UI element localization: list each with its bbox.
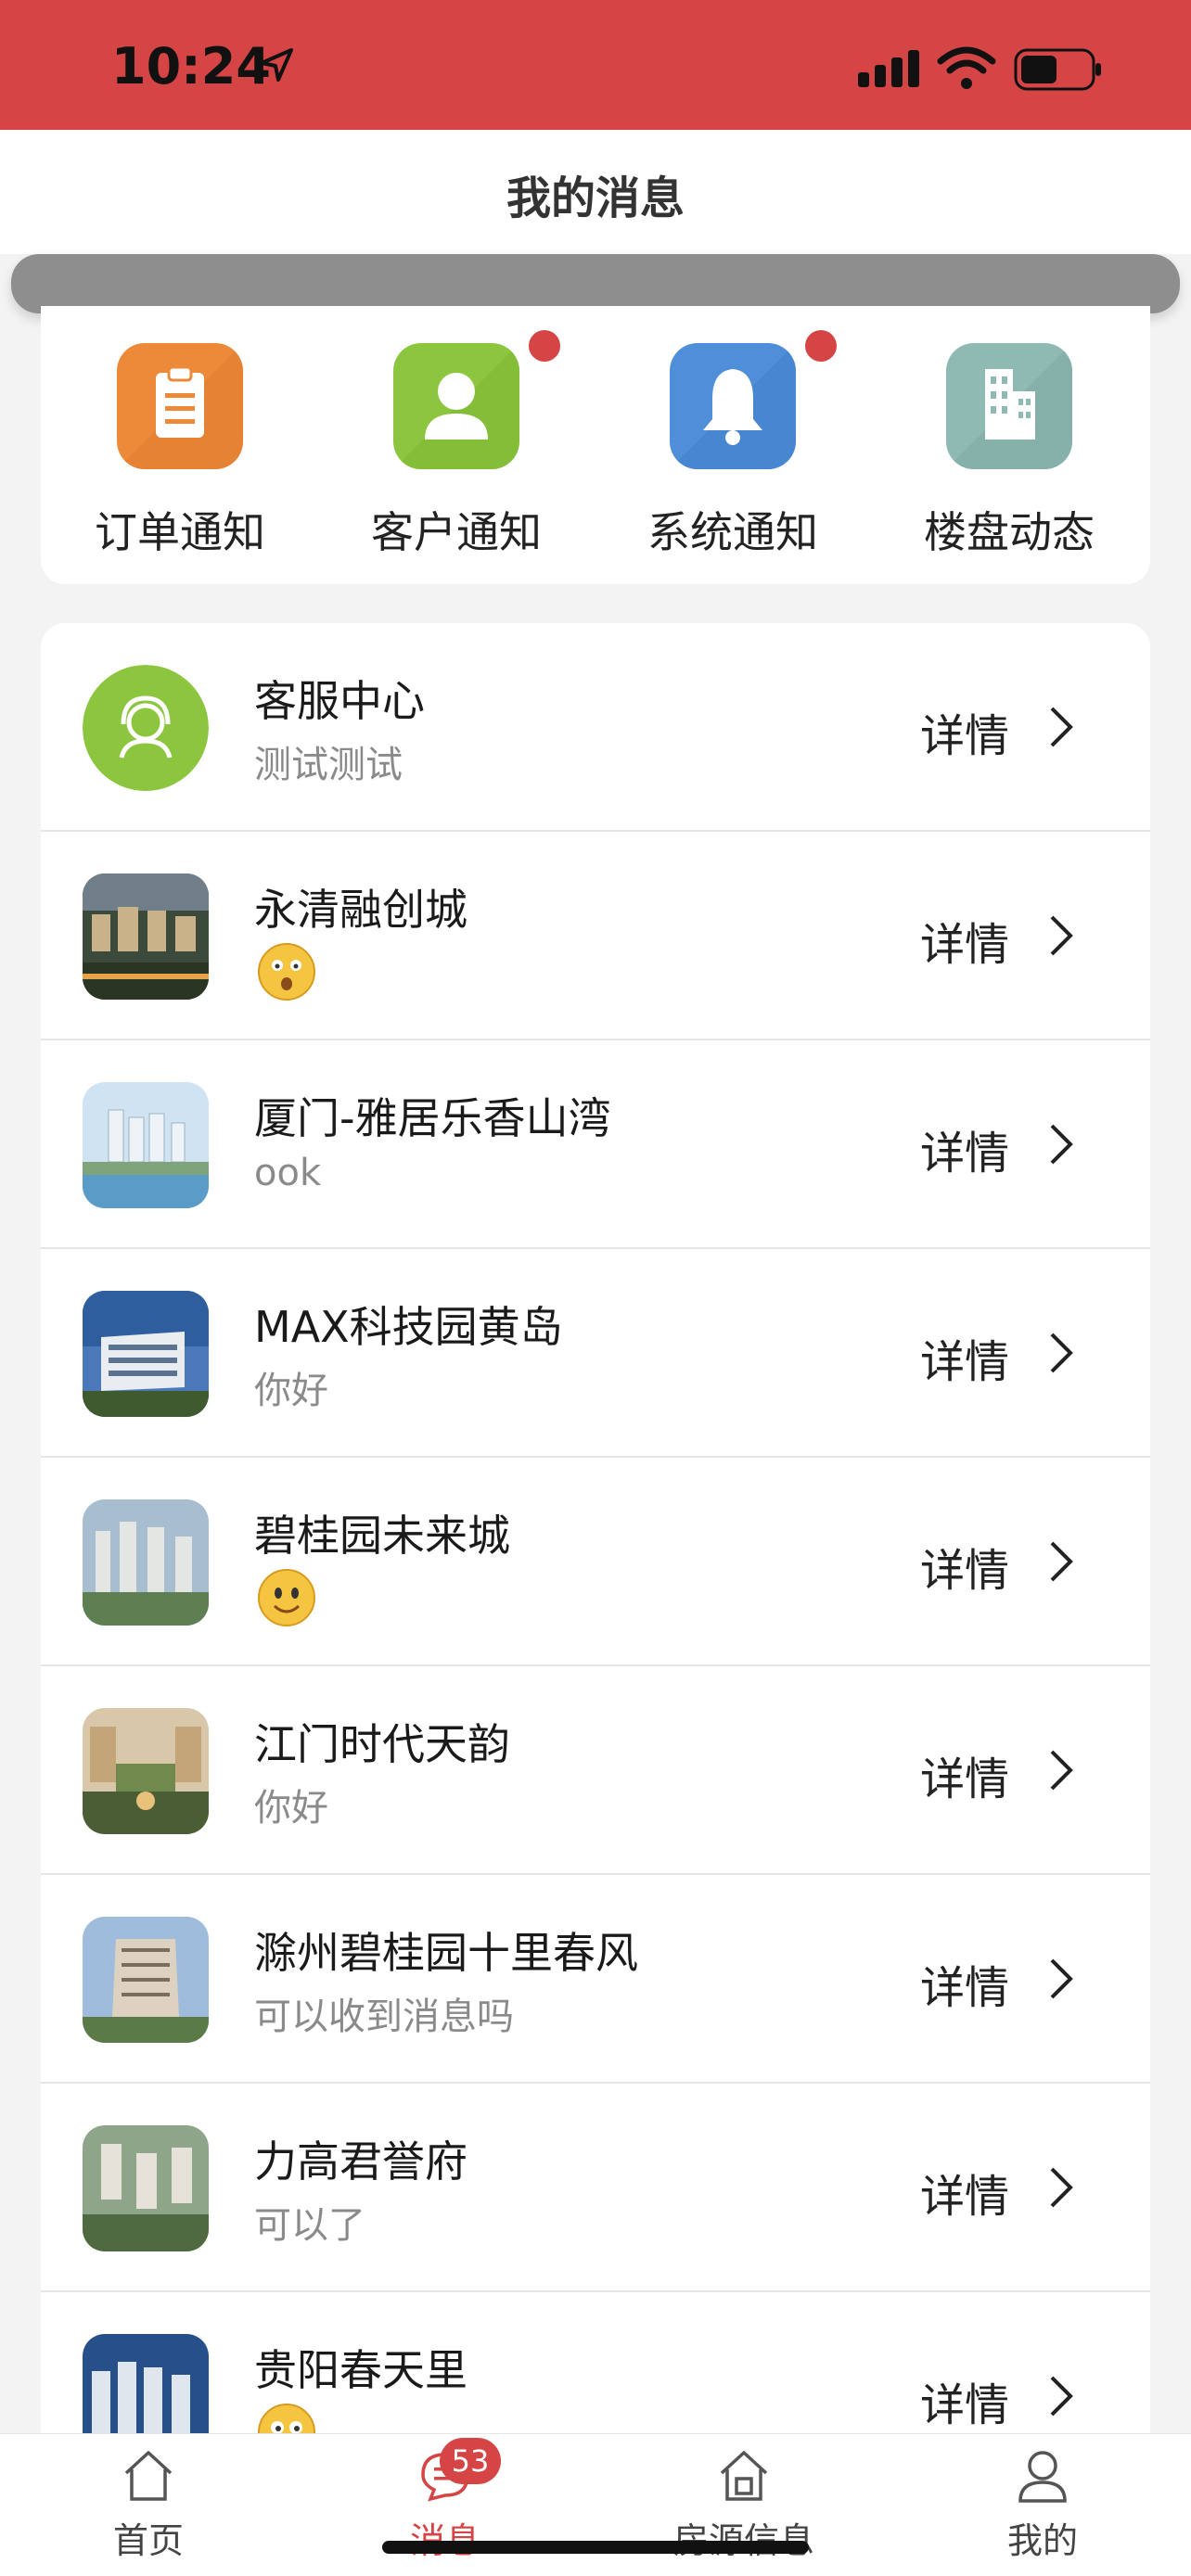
cellular-signal-icon	[858, 50, 919, 87]
conversation-name: 碧桂园未来城	[254, 1511, 510, 1561]
customer-service-icon	[83, 665, 209, 791]
category-label: 订单通知	[95, 507, 265, 557]
chevron-right-icon	[1050, 1124, 1073, 1165]
emoji-surprised-icon	[258, 943, 315, 1001]
tab-home[interactable]: 首页	[56, 2447, 241, 2568]
home-icon	[124, 2451, 173, 2501]
property-thumbnail	[83, 874, 209, 1000]
tab-bar: 首页 53 消息 房源信息 我的	[0, 2433, 1191, 2576]
chevron-right-icon	[1050, 1958, 1073, 1999]
unread-dot	[529, 330, 560, 362]
chevron-right-icon	[1050, 1333, 1073, 1373]
category-label: 楼盘动态	[924, 507, 1095, 557]
banner-bar	[11, 254, 1180, 313]
tab-label: 消息	[352, 2512, 538, 2563]
house-icon	[720, 2451, 768, 2501]
bell-icon	[670, 343, 796, 469]
property-thumbnail	[83, 1917, 209, 2043]
emoji-smile-icon	[258, 1569, 315, 1626]
chevron-right-icon	[1050, 707, 1073, 747]
chevron-right-icon	[1050, 1541, 1073, 1582]
page-title: 我的消息	[506, 172, 685, 224]
conversation-name: MAX科技园黄岛	[254, 1302, 563, 1352]
conversation-name: 江门时代天韵	[254, 1719, 510, 1769]
message-preview: 可以了	[254, 2204, 365, 2247]
category-property-news[interactable]: 楼盘动态	[870, 343, 1095, 566]
detail-link[interactable]: 详情	[920, 908, 1009, 973]
nav-header: 我的消息	[0, 130, 1191, 254]
category-order-notice[interactable]: 订单通知	[41, 343, 265, 566]
chevron-right-icon	[1050, 1750, 1073, 1791]
category-system-notice[interactable]: 系统通知	[594, 330, 837, 566]
list-item[interactable]: 碧桂园未来城 详情	[41, 1458, 1150, 1666]
wifi-icon	[937, 46, 996, 89]
list-item[interactable]: MAX科技园黄岛 你好 详情	[41, 1249, 1150, 1458]
unread-count-badge: 53	[440, 2438, 501, 2484]
building-icon	[946, 343, 1072, 469]
tab-profile[interactable]: 我的	[950, 2447, 1135, 2568]
message-preview: ook	[254, 1152, 322, 1194]
conversation-name: 力高君誉府	[254, 2136, 467, 2187]
detail-link[interactable]: 详情	[920, 1951, 1009, 2016]
list-item[interactable]: 滁州碧桂园十里春风 可以收到消息吗 详情	[41, 1875, 1150, 2084]
chevron-right-icon	[1050, 2376, 1073, 2417]
tab-label: 我的	[1006, 2520, 1078, 2561]
conversation-name: 厦门-雅居乐香山湾	[254, 1093, 611, 1143]
list-item[interactable]: 永清融创城 详情	[41, 832, 1150, 1040]
detail-link[interactable]: 详情	[920, 1116, 1009, 1181]
conversation-name: 贵阳春天里	[254, 2345, 467, 2395]
list-item[interactable]: 客服中心 测试测试 详情	[41, 623, 1150, 832]
clipboard-icon	[117, 343, 243, 469]
message-preview: 你好	[254, 1370, 328, 1412]
category-label: 客户通知	[371, 507, 542, 557]
user-icon	[1018, 2451, 1067, 2503]
home-indicator	[382, 2541, 809, 2554]
category-customer-notice[interactable]: 客户通知	[317, 330, 560, 566]
notification-categories: 订单通知 客户通知 系统通知 楼盘动态	[41, 306, 1150, 584]
property-thumbnail	[83, 1291, 209, 1417]
status-bar: 10:24	[0, 0, 1191, 130]
conversation-name: 永清融创城	[254, 885, 467, 935]
detail-link[interactable]: 详情	[920, 2160, 1009, 2225]
message-preview: 测试测试	[254, 744, 403, 786]
list-item[interactable]: 江门时代天韵 你好 详情	[41, 1666, 1150, 1875]
detail-link[interactable]: 详情	[920, 1534, 1009, 1599]
chevron-right-icon	[1050, 2167, 1073, 2208]
property-thumbnail	[83, 1499, 209, 1626]
tab-label: 房源信息	[651, 2512, 837, 2563]
message-list: 客服中心 测试测试 详情 永清融创城 详情 厦门-雅居乐香山湾 ook 详情 M…	[41, 623, 1150, 2478]
property-thumbnail	[83, 1082, 209, 1208]
battery-icon	[1014, 48, 1101, 91]
unread-dot	[805, 330, 837, 362]
status-time: 10:24	[111, 37, 271, 96]
detail-link[interactable]: 详情	[920, 1742, 1009, 1807]
location-arrow-icon	[260, 48, 293, 82]
list-item[interactable]: 力高君誉府 可以了 详情	[41, 2084, 1150, 2292]
detail-link[interactable]: 详情	[920, 1325, 1009, 1390]
message-preview: 可以收到消息吗	[254, 1996, 514, 2038]
tab-label: 首页	[112, 2520, 184, 2561]
conversation-name: 滁州碧桂园十里春风	[254, 1928, 638, 1978]
detail-link[interactable]: 详情	[920, 2368, 1009, 2433]
conversation-name: 客服中心	[254, 676, 425, 726]
message-preview: 你好	[254, 1787, 328, 1830]
property-thumbnail	[83, 2125, 209, 2251]
property-thumbnail	[83, 1708, 209, 1834]
person-icon	[393, 343, 519, 469]
detail-link[interactable]: 详情	[920, 699, 1009, 764]
list-item[interactable]: 厦门-雅居乐香山湾 ook 详情	[41, 1040, 1150, 1249]
chevron-right-icon	[1050, 915, 1073, 956]
category-label: 系统通知	[647, 507, 818, 557]
